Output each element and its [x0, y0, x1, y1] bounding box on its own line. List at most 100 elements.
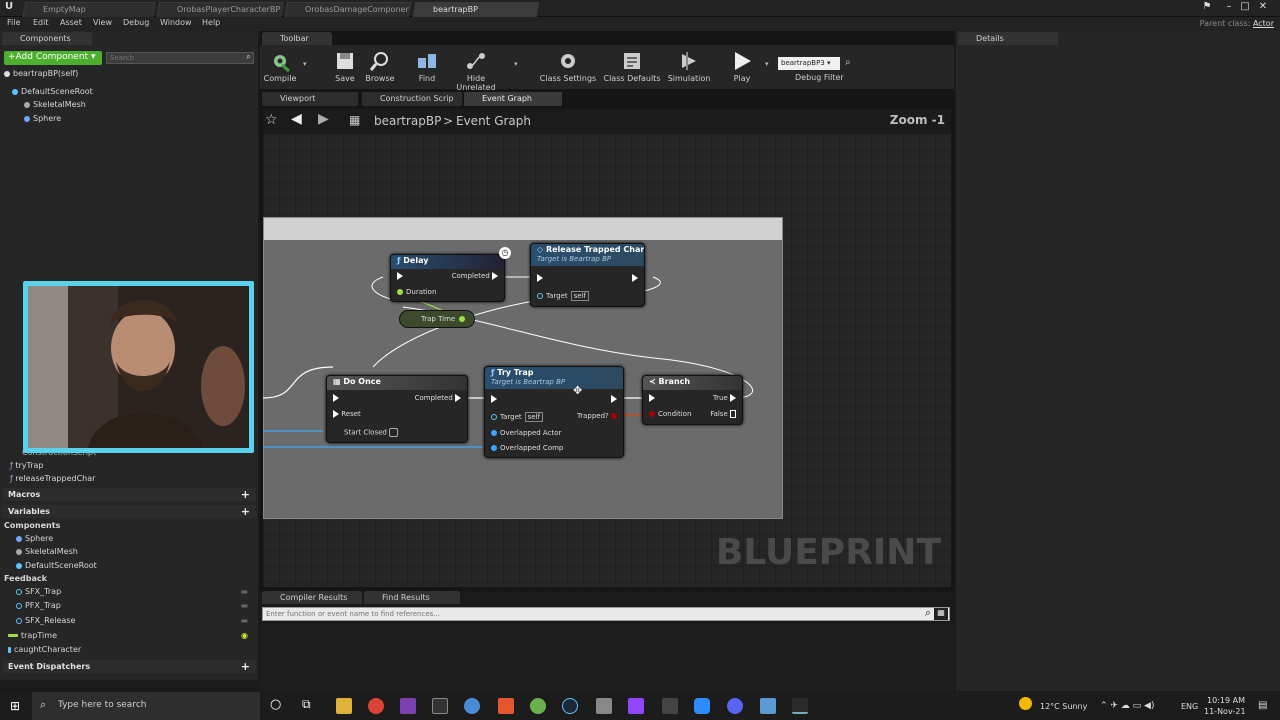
weather-text[interactable]: 12°C Sunny [1040, 702, 1087, 711]
var-caughtcharacter[interactable]: caughtCharacter [8, 645, 81, 654]
class-settings-button[interactable]: Class Settings [538, 50, 598, 86]
unreal-engine-taskbar-icon[interactable] [792, 698, 808, 714]
visibility-icon[interactable]: ▬ [240, 601, 248, 610]
target-pin[interactable]: Target self [537, 291, 590, 301]
condition-pin[interactable]: Condition [649, 410, 691, 418]
tab-event-graph[interactable]: Event Graph [464, 92, 562, 106]
hide-unrelated-button[interactable]: Hide Unrelated [448, 50, 504, 92]
onenote-icon[interactable] [400, 698, 416, 714]
tray-icons[interactable]: ⌃ ✈ ☁ ▭ ◀) [1100, 701, 1154, 711]
doc-tab-orobas-damage[interactable]: OrobasDamageComponent [284, 2, 412, 17]
compile-button[interactable]: Compile [258, 50, 302, 86]
menu-debug[interactable]: Debug [123, 18, 149, 27]
minimize-icon[interactable]: – [1222, 1, 1236, 13]
category-components[interactable]: Components [4, 521, 60, 530]
find-button[interactable]: Find [405, 50, 449, 86]
menu-edit[interactable]: Edit [33, 18, 49, 27]
section-variables[interactable]: Variables + [2, 505, 256, 518]
start-closed-pin[interactable]: Start Closed [344, 428, 399, 437]
component-search-input[interactable] [107, 53, 235, 63]
tab-find-results[interactable]: Find Results [364, 591, 460, 604]
forward-arrow-icon[interactable]: ▶ [318, 111, 329, 127]
tab-components[interactable]: Components [2, 32, 92, 45]
exec-in-pin[interactable] [491, 395, 497, 403]
account-icon[interactable]: ⚑ [1200, 1, 1214, 13]
visibility-icon[interactable]: ▬ [240, 616, 248, 625]
var-sfx-trap[interactable]: SFX_Trap ▬ [16, 587, 254, 596]
windows-start-icon[interactable]: ⊞ [10, 699, 20, 713]
comment-title-bar[interactable] [264, 218, 782, 240]
compile-dropdown-icon[interactable]: ▾ [303, 60, 307, 68]
exec-in-pin[interactable] [333, 394, 339, 402]
chrome-icon[interactable] [368, 698, 384, 714]
search-icon[interactable]: ⌕ [925, 606, 931, 620]
twitch-icon[interactable] [628, 698, 644, 714]
favorite-star-icon[interactable]: ☆ [265, 112, 278, 128]
node-trap-time-getter[interactable]: Trap Time [399, 310, 475, 328]
trapped-pin[interactable]: Trapped? [577, 412, 617, 420]
add-component-button[interactable]: +Add Component ▾ [4, 51, 102, 65]
visibility-icon[interactable]: ▬ [240, 587, 248, 596]
component-self[interactable]: beartrapBP(self) [4, 69, 78, 78]
reset-pin[interactable]: Reset [333, 410, 361, 418]
var-traptime[interactable]: trapTime ◉ [8, 631, 254, 640]
tree-item-root[interactable]: DefaultSceneRoot [12, 87, 93, 96]
section-dispatchers[interactable]: Event Dispatchers + [2, 660, 256, 673]
var-pfx-trap[interactable]: PFX_Trap ▬ [16, 601, 254, 610]
taskbar-search[interactable]: ⌕ Type here to search [32, 692, 260, 720]
doc-tab-emptymap[interactable]: EmptyMap [22, 2, 156, 17]
node-delay[interactable]: ƒ Delay Completed Duration [390, 254, 505, 302]
maps-icon[interactable] [530, 698, 546, 714]
node-release-trapped-char[interactable]: ◇ Release Trapped Char Target is Beartra… [530, 243, 645, 307]
debug-object-select[interactable]: beartrapBP3 ▾ [778, 57, 840, 70]
crumb-root[interactable]: beartrapBP [374, 114, 441, 128]
browse-button[interactable]: Browse [358, 50, 402, 86]
var-defaultsceneroot[interactable]: DefaultSceneRoot [16, 561, 97, 570]
menu-file[interactable]: File [7, 18, 20, 27]
menu-window[interactable]: Window [160, 18, 192, 27]
steam-icon[interactable] [562, 698, 578, 714]
hide-dropdown-icon[interactable]: ▾ [514, 60, 518, 68]
event-graph-canvas[interactable]: ☆ ◀ ▶ ▦ beartrapBP > Event Graph Zoom -1… [263, 109, 951, 587]
menu-asset[interactable]: Asset [60, 18, 82, 27]
var-sphere[interactable]: Sphere [16, 534, 53, 543]
overlapped-actor-pin[interactable]: Overlapped Actor [491, 429, 561, 437]
play-dropdown-icon[interactable]: ▾ [765, 60, 769, 68]
exec-out-pin[interactable] [632, 274, 638, 282]
menu-help[interactable]: Help [202, 18, 220, 27]
brave-icon[interactable] [498, 698, 514, 714]
checkbox-icon[interactable] [389, 428, 399, 437]
func-release[interactable]: ƒ releaseTrappedChar [10, 474, 95, 483]
davinci-icon[interactable] [464, 698, 480, 714]
exec-in-pin[interactable] [397, 272, 403, 280]
component-search[interactable]: ⌕ [106, 52, 254, 64]
var-sfx-release[interactable]: SFX_Release ▬ [16, 616, 254, 625]
find-references-bar[interactable]: ⌕ ▦ [262, 606, 950, 621]
language-indicator[interactable]: ENG [1181, 702, 1198, 711]
parent-class-link[interactable]: Actor [1253, 19, 1274, 28]
play-button[interactable]: Play [720, 50, 764, 86]
menu-view[interactable]: View [93, 18, 112, 27]
add-dispatcher-icon[interactable]: + [241, 660, 250, 673]
completed-pin[interactable]: Completed [452, 272, 498, 280]
add-variable-icon[interactable]: + [241, 505, 250, 518]
exec-in-pin[interactable] [649, 394, 655, 402]
find-references-input[interactable] [263, 608, 913, 620]
camera-icon[interactable] [596, 698, 612, 714]
category-feedback[interactable]: Feedback [4, 574, 47, 583]
epic-games-icon[interactable] [432, 698, 448, 714]
tab-construction-script[interactable]: Construction Scrip [362, 92, 462, 106]
node-branch[interactable]: ≺ Branch True Condition False [642, 375, 743, 425]
notification-icon[interactable]: ▤ [1258, 700, 1267, 711]
tree-item-skeletalmesh[interactable]: SkeletalMesh [24, 100, 86, 109]
add-macro-icon[interactable]: + [241, 488, 250, 501]
debug-search-icon[interactable]: ⌕ [845, 57, 851, 68]
close-icon[interactable]: ✕ [1256, 1, 1270, 13]
doc-tab-beartrapbp[interactable]: beartrapBP [412, 2, 540, 17]
exec-out-pin[interactable] [611, 395, 617, 403]
tab-compiler-results[interactable]: Compiler Results [262, 591, 362, 604]
discord-icon[interactable] [727, 698, 743, 714]
completed-pin[interactable]: Completed [415, 394, 461, 402]
section-macros[interactable]: Macros + [2, 488, 256, 501]
task-view-icon[interactable]: ⧉ [302, 697, 311, 712]
